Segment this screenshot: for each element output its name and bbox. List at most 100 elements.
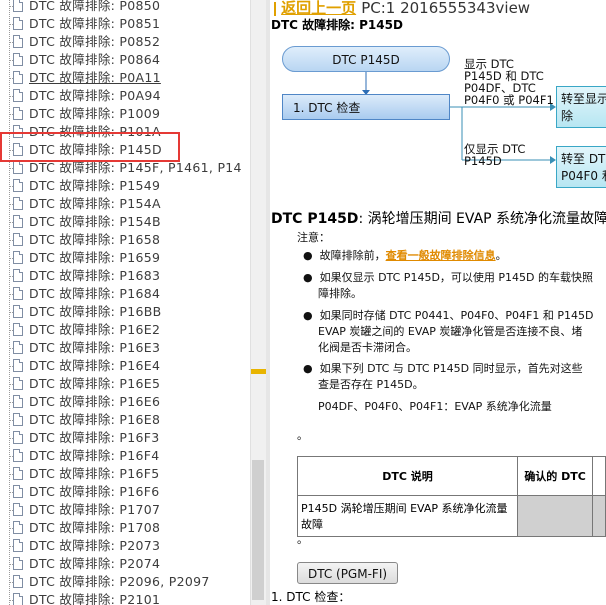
document-icon [13, 593, 23, 605]
bullet4-codes: P04DF、P04F0、P04F1：EVAP 系统净化流量 [318, 400, 552, 413]
left-tree-pane: DTC 故障排除: P0850 DTC 故障排除: P0851 DTC 故障排除: … [0, 0, 250, 605]
pgm-fi-button[interactable]: DTC (PGM-FI) [297, 562, 398, 584]
tree-item-label: DTC 故障排除: P1659 [29, 250, 161, 265]
note-label: 注意： [297, 231, 330, 244]
doc-title-text: : 涡轮增压期间 EVAP 系统净化流量故障 [358, 211, 606, 227]
tree-item[interactable]: DTC 故障排除: P1708 [0, 519, 250, 537]
tree-item[interactable]: DTC 故障排除: P1683 [0, 267, 250, 285]
tree-item-label: DTC 故障排除: P16E6 [29, 394, 161, 409]
step-heading: 1. DTC 检查： [271, 590, 351, 604]
tree-item-label: DTC 故障排除: P16E8 [29, 412, 161, 427]
tree-item[interactable]: DTC 故障排除: P1659 [0, 249, 250, 267]
document-icon [13, 359, 23, 372]
table-header-confirmed: 确认的 DTC [516, 456, 594, 496]
tree-item-label: DTC 故障排除: P16E3 [29, 340, 161, 355]
document-icon [13, 395, 23, 408]
tree-item-label: DTC 故障排除: P154B [29, 214, 161, 229]
flow-branch2-box[interactable]: 转至 DT P04F0 和 [556, 146, 606, 188]
table-cell-extra [592, 495, 606, 537]
tree-item-label: DTC 故障排除: P2096, P2097 [29, 574, 210, 589]
tree-item[interactable]: DTC 故障排除: P1707 [0, 501, 250, 519]
content-pane: 返回上一页 PC:1 2016555343view DTC 故障排除: P145… [270, 0, 606, 605]
tree-item[interactable]: DTC 故障排除: P0851 [0, 15, 250, 33]
dot-separator-1: 。 [297, 429, 308, 442]
tree-item[interactable]: DTC 故障排除: P16E6 [0, 393, 250, 411]
tree-item[interactable]: DTC 故障排除: P2073 [0, 537, 250, 555]
table-row: P145D 涡轮增压期间 EVAP 系统净化流量 故障 [297, 495, 606, 537]
tree-item[interactable]: DTC 故障排除: P16F4 [0, 447, 250, 465]
tree-item[interactable]: DTC 故障排除: P16E4 [0, 357, 250, 375]
tree-item-label: DTC 故障排除: P16E2 [29, 322, 161, 337]
document-icon [13, 215, 23, 228]
tree-item-label: DTC 故障排除: P0851 [29, 16, 161, 31]
splitter-grip[interactable] [251, 369, 267, 374]
tree-item[interactable]: DTC 故障排除: P16E3 [0, 339, 250, 357]
tree-item-label: DTC 故障排除: P16F5 [29, 466, 160, 481]
tree-item[interactable]: DTC 故障排除: P16E2 [0, 321, 250, 339]
general-troubleshooting-link[interactable]: 查看一般故障排除信息 [386, 249, 496, 262]
tree-item[interactable]: DTC 故障排除: P2101 [0, 591, 250, 605]
document-icon [13, 305, 23, 318]
tree-item[interactable]: DTC 故障排除: P2074 [0, 555, 250, 573]
doc-title-code: DTC P145D [271, 211, 359, 227]
tree-item[interactable]: DTC 故障排除: P16E5 [0, 375, 250, 393]
bullet2: ● 如果仅显示 DTC P145D，可以使用 P145D 的车载快照 障排除。 [303, 271, 594, 300]
tree-item[interactable]: DTC 故障排除: P16F6 [0, 483, 250, 501]
tree-item-label: DTC 故障排除: P16F3 [29, 430, 160, 445]
tree-item-label: DTC 故障排除: P1684 [29, 286, 161, 301]
tree-item[interactable]: DTC 故障排除: P16F3 [0, 429, 250, 447]
document-icon [13, 71, 23, 84]
flow-branch1-box[interactable]: 转至显示 除 [556, 86, 606, 128]
tree-item[interactable]: DTC 故障排除: P2096, P2097 [0, 573, 250, 591]
table-cell-description: P145D 涡轮增压期间 EVAP 系统净化流量 故障 [297, 495, 518, 537]
dtc-table: DTC 说明 确认的 DTC P145D 涡轮增压期间 EVAP 系统净化流量故… [297, 456, 606, 537]
tree-item-label: DTC 故障排除: P1549 [29, 178, 161, 193]
tree-item[interactable]: DTC 故障排除: P154B [0, 213, 250, 231]
document-icon [13, 485, 23, 498]
document-icon [13, 323, 23, 336]
tree-item[interactable]: DTC 故障排除: P154A [0, 195, 250, 213]
tree-item-label: DTC 故障排除: P1658 [29, 232, 161, 247]
doc-title: DTC P145D: 涡轮增压期间 EVAP 系统净化流量故障 [271, 208, 606, 228]
document-icon [13, 287, 23, 300]
tree-item[interactable]: DTC 故障排除: P16F5 [0, 465, 250, 483]
tree-item-label: DTC 故障排除: P2074 [29, 556, 161, 571]
tree-item[interactable]: DTC 故障排除: P1684 [0, 285, 250, 303]
tree-item-label: DTC 故障排除: P2073 [29, 538, 161, 553]
tree-item[interactable]: DTC 故障排除: P0852 [0, 33, 250, 51]
document-icon [13, 539, 23, 552]
tree-item-label: DTC 故障排除: P16E4 [29, 358, 161, 373]
bullet3: ● 如果同时存储 DTC P0441、P04F0、P04F1 和 P145D E… [303, 309, 594, 354]
tree-item-label: DTC 故障排除: P154A [29, 196, 161, 211]
document-icon [13, 557, 23, 570]
selection-highlight [0, 132, 180, 162]
branch1-text: 显示 DTC P145D 和 DTC P04DF、DTC P04F0 或 P04… [464, 57, 554, 107]
document-icon [13, 449, 23, 462]
document-icon [13, 17, 23, 30]
document-icon [13, 575, 23, 588]
tree-item-label: DTC 故障排除: P1707 [29, 502, 161, 517]
document-icon [13, 107, 23, 120]
tree-item[interactable]: DTC 故障排除: P1009 [0, 105, 250, 123]
tree-item[interactable]: DTC 故障排除: P16BB [0, 303, 250, 321]
document-icon [13, 269, 23, 282]
scrollbar-thumb[interactable] [252, 460, 264, 600]
tree-item[interactable]: DTC 故障排除: P16E8 [0, 411, 250, 429]
tree-item-label: DTC 故障排除: P0A94 [29, 88, 161, 103]
tree-item[interactable]: DTC 故障排除: P0A94 [0, 87, 250, 105]
tree-item[interactable]: DTC 故障排除: P0864 [0, 51, 250, 69]
tree-item[interactable]: DTC 故障排除: P0A11 [0, 69, 250, 87]
bullet4: ● 如果下列 DTC 与 DTC P145D 同时显示，首先对这些 查是否存在 … [303, 362, 583, 413]
tree-item[interactable]: DTC 故障排除: P1658 [0, 231, 250, 249]
tree-item-label: DTC 故障排除: P16F6 [29, 484, 160, 499]
document-icon [13, 89, 23, 102]
tree-item[interactable]: DTC 故障排除: P0850 [0, 0, 250, 15]
table-header-extra [592, 456, 606, 496]
document-icon [13, 521, 23, 534]
dot-separator-2: 。 [297, 533, 308, 546]
tree-item[interactable]: DTC 故障排除: P1549 [0, 177, 250, 195]
tree-item-label: DTC 故障排除: P0A11 [29, 70, 161, 85]
document-icon [13, 251, 23, 264]
flow-step1[interactable]: 1. DTC 检查 [282, 94, 450, 120]
tree-item-label: DTC 故障排除: P1708 [29, 520, 161, 535]
